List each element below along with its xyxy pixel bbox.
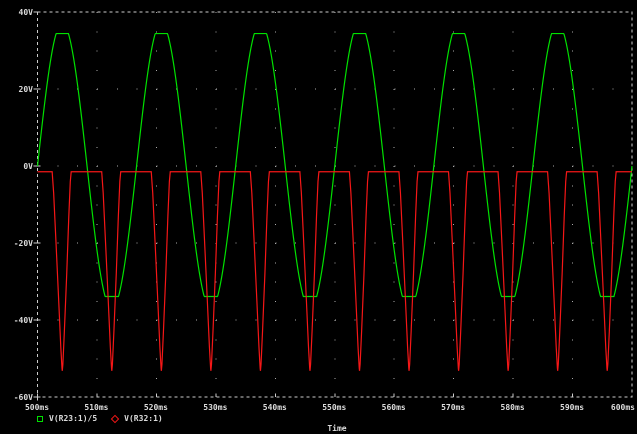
legend-item-1[interactable]: V(R23:1)/5 [37,414,97,423]
y-tick-label: 20V [18,84,33,94]
x-tick-label: 500ms [24,403,50,412]
legend-item-2[interactable]: V(R32:1) [110,414,163,423]
y-tick-label: -20V [13,238,33,248]
x-tick-label: 510ms [84,403,109,412]
probe-waveform-window: 40V 20V 0V -20V -40V -60V 500ms 510ms 520ms 530m… [0,0,637,434]
trace-legend: V(R23:1)/5 V(R32:1) [37,413,163,424]
trace-v-r23-1-div5 [36,32,633,298]
trace-marker-diamond-icon [110,414,120,423]
legend-trace-name: V(R32:1) [124,414,163,423]
legend-trace-name: V(R23:1)/5 [49,414,98,423]
x-tick-label: 550ms [322,403,347,412]
y-tick-label: 40V [18,7,33,17]
y-tick-label: -40V [13,315,33,325]
trace-v-r32-1 [37,171,632,371]
x-tick-label: 600ms [610,403,635,412]
x-tick-label: 580ms [500,403,525,412]
x-axis-title: Time [327,424,347,433]
x-tick-label: 530ms [203,403,228,412]
x-tick-label: 570ms [441,403,466,412]
x-tick-label: 560ms [381,403,406,412]
y-tick-label: 0V [23,161,33,171]
trace-marker-square-icon [37,415,43,422]
x-tick-label: 520ms [143,403,168,412]
x-tick-label: 540ms [262,403,287,412]
y-tick-label: -60V [13,392,33,402]
x-tick-label: 590ms [560,403,585,412]
waveform-plot [33,11,633,401]
